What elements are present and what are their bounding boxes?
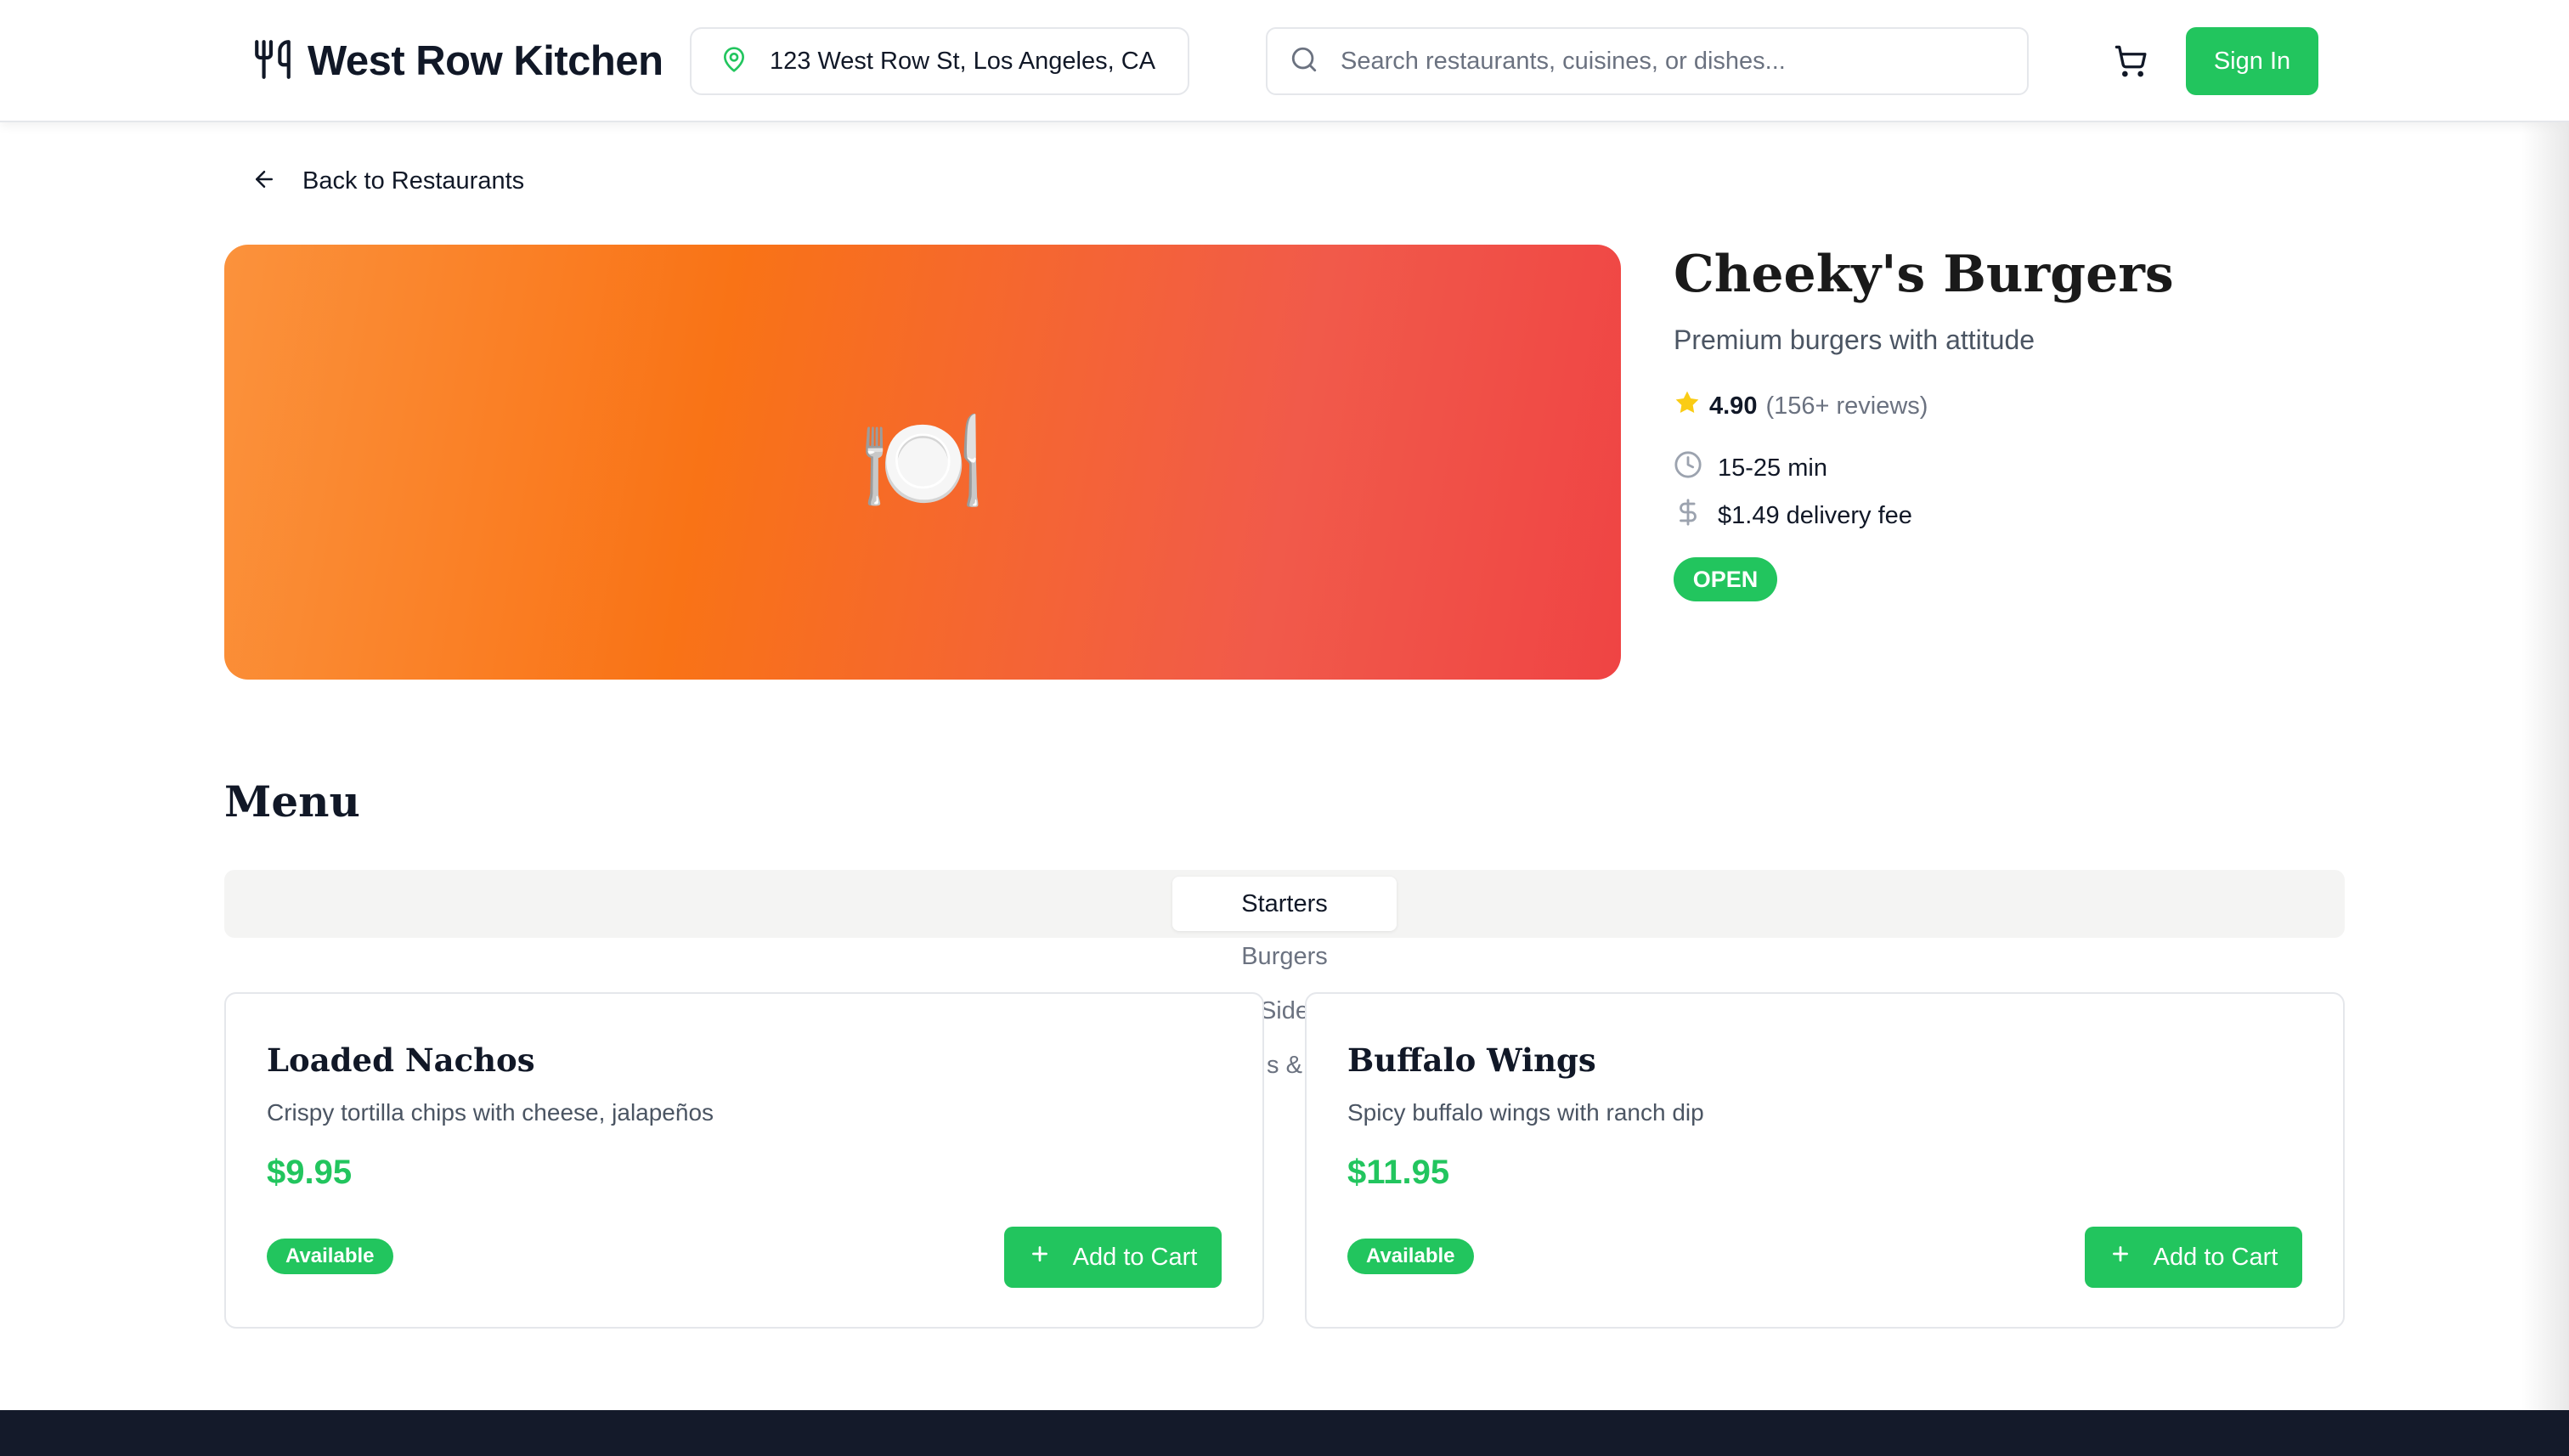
back-link-label: Back to Restaurants [302,167,525,195]
brand-logo[interactable]: West Row Kitchen [251,34,663,88]
availability-badge: Available [1347,1239,1474,1274]
star-icon [1674,389,1701,423]
menu-item-card: Loaded Nachos Crispy tortilla chips with… [224,992,1264,1329]
restaurant-tagline: Premium burgers with attitude [1674,324,2035,355]
brand-name: West Row Kitchen [308,38,663,84]
menu-heading: Menu [224,776,360,827]
rating-value: 4.90 [1709,392,1758,420]
menu-item-card: Buffalo Wings Spicy buffalo wings with r… [1305,992,2345,1329]
delivery-fee-text: $1.49 delivery fee [1718,501,1912,529]
shopping-cart-icon[interactable] [2114,44,2148,78]
review-count: (156+ reviews) [1765,392,1928,420]
page-footer [0,1410,2569,1456]
tab-starters[interactable]: Starters [1172,877,1397,931]
menu-item-description: Crispy tortilla chips with cheese, jalap… [267,1099,714,1126]
add-to-cart-button[interactable]: Add to Cart [2085,1227,2302,1288]
map-pin-icon [720,46,748,77]
menu-item-name: Buffalo Wings [1347,1041,1596,1079]
menu-item-description: Spicy buffalo wings with ranch dip [1347,1099,1704,1126]
utensils-icon [251,38,294,85]
location-text: 123 West Row St, Los Angeles, CA [770,47,1156,75]
add-to-cart-label: Add to Cart [2153,1243,2278,1271]
location-selector[interactable]: 123 West Row St, Los Angeles, CA [690,27,1189,95]
plus-icon [2109,1243,2131,1272]
menu-item-price: $9.95 [267,1154,353,1191]
restaurant-name: Cheeky's Burgers [1674,245,2174,304]
plus-icon [1029,1243,1051,1272]
search-box [1266,27,2029,95]
restaurant-rating: 4.90 (156+ reviews) [1674,389,1928,423]
menu-item-price: $11.95 [1347,1154,1450,1191]
status-badge: OPEN [1674,557,1777,601]
plate-cutlery-icon: 🍽️ [859,405,986,519]
dollar-icon [1674,498,1702,533]
add-to-cart-button[interactable]: Add to Cart [1004,1227,1222,1288]
add-to-cart-label: Add to Cart [1072,1243,1198,1271]
search-icon [1290,45,1318,78]
arrow-left-icon [251,166,277,196]
delivery-time-text: 15-25 min [1718,454,1827,482]
back-to-restaurants-link[interactable]: Back to Restaurants [251,166,524,196]
availability-badge: Available [267,1239,393,1274]
restaurant-hero-image: 🍽️ [224,245,1621,680]
clock-icon [1674,450,1702,486]
tab-burgers[interactable]: Burgers [1172,943,1397,971]
menu-item-name: Loaded Nachos [267,1041,535,1079]
sign-in-button[interactable]: Sign In [2186,27,2318,95]
top-header: West Row Kitchen 123 West Row St, Los An… [0,0,2569,122]
delivery-fee: $1.49 delivery fee [1674,498,1912,533]
page-edge-shadow [2521,122,2569,1410]
search-input[interactable] [1341,47,2020,76]
delivery-time: 15-25 min [1674,450,1827,486]
